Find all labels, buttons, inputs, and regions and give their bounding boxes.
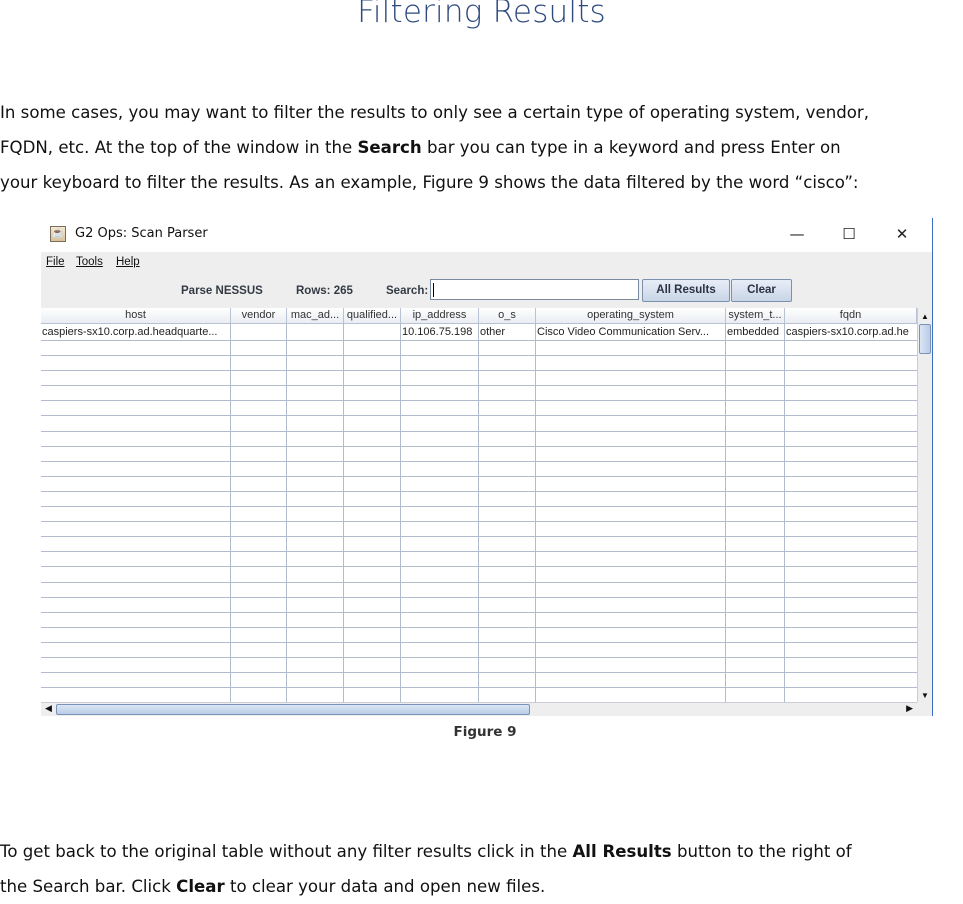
column-divider: [400, 324, 401, 702]
search-input[interactable]: [430, 279, 639, 300]
row-divider: [41, 476, 917, 477]
parse-type-label: Parse NESSUS: [181, 285, 263, 297]
outro-line-2: the Search bar. Click Clear to clear you…: [0, 877, 546, 896]
toolbar: Parse NESSUS Rows: 265 Search: All Resul…: [41, 274, 932, 308]
row-divider: [41, 582, 917, 583]
row-divider: [41, 491, 917, 492]
text-caret: [433, 283, 434, 297]
column-header[interactable]: ip_address: [401, 308, 479, 324]
window-titlebar: ☕ G2 Ops: Scan Parser — ☐ ✕: [41, 218, 932, 250]
table-cell[interactable]: embedded: [726, 324, 784, 340]
column-divider: [343, 324, 344, 702]
scroll-left-icon[interactable]: ◀: [45, 703, 52, 714]
row-divider: [41, 566, 917, 567]
table-cell[interactable]: 10.106.75.198: [401, 324, 478, 340]
row-divider: [41, 536, 917, 537]
horizontal-scroll-thumb[interactable]: [56, 704, 530, 715]
all-results-button[interactable]: All Results: [642, 279, 730, 302]
row-divider: [41, 506, 917, 507]
minimize-button[interactable]: —: [774, 222, 820, 246]
row-divider: [41, 672, 917, 673]
table-cell[interactable]: [344, 324, 400, 340]
column-divider: [286, 324, 287, 702]
intro-line-2: FQDN, etc. At the top of the window in t…: [0, 138, 841, 157]
table-cell[interactable]: caspiers-sx10.corp.ad.he: [785, 324, 916, 340]
table-cell[interactable]: caspiers-sx10.corp.ad.headquarte...: [41, 324, 230, 340]
clear-button[interactable]: Clear: [731, 279, 792, 302]
window-title: G2 Ops: Scan Parser: [75, 226, 208, 241]
figure-caption: Figure 9: [453, 724, 517, 740]
column-header[interactable]: system_t...: [726, 308, 785, 324]
row-divider: [41, 642, 917, 643]
intro-paragraph: In some cases, you may want to filter th…: [0, 95, 963, 200]
row-divider: [41, 612, 917, 613]
row-divider: [41, 657, 917, 658]
column-divider: [478, 324, 479, 702]
horizontal-scrollbar[interactable]: ◀ ▶: [41, 702, 917, 716]
row-divider: [41, 415, 917, 416]
vertical-scroll-thumb[interactable]: [919, 324, 931, 354]
column-header[interactable]: vendor: [231, 308, 287, 324]
row-count-label: Rows: 265: [296, 285, 353, 297]
row-divider: [41, 687, 917, 688]
scroll-down-icon[interactable]: ▼: [921, 691, 929, 700]
column-header[interactable]: mac_ad...: [287, 308, 344, 324]
close-button[interactable]: ✕: [879, 222, 925, 246]
table-cell[interactable]: [287, 324, 343, 340]
document-title: Filtering Results: [357, 0, 606, 30]
row-divider: [41, 340, 917, 341]
row-divider: [41, 446, 917, 447]
intro-line-3: your keyboard to filter the results. As …: [0, 173, 859, 192]
scroll-up-icon[interactable]: ▲: [921, 312, 929, 321]
column-divider: [535, 324, 536, 702]
row-divider: [41, 355, 917, 356]
row-divider: [41, 597, 917, 598]
table-cell[interactable]: other: [479, 324, 535, 340]
vertical-scrollbar[interactable]: ▲ ▼: [917, 308, 932, 702]
row-divider: [41, 385, 917, 386]
all-results-term: All Results: [572, 842, 672, 861]
results-table[interactable]: host vendor mac_ad... qualified... ip_addres…: [41, 308, 917, 702]
java-cup-icon: ☕: [50, 226, 66, 242]
maximize-button[interactable]: ☐: [826, 222, 872, 246]
row-divider: [41, 370, 917, 371]
outro-paragraph: To get back to the original table withou…: [0, 834, 963, 904]
outro-line-1: To get back to the original table withou…: [0, 842, 852, 861]
table-cell[interactable]: [231, 324, 286, 340]
row-divider: [41, 461, 917, 462]
clear-term: Clear: [176, 877, 225, 896]
search-label: Search:: [386, 285, 429, 297]
column-divider: [725, 324, 726, 702]
menu-help[interactable]: Help: [116, 256, 140, 268]
scan-parser-screenshot: ☕ G2 Ops: Scan Parser — ☐ ✕ File Tools H…: [41, 218, 933, 716]
table-cell[interactable]: Cisco Video Communication Serv...: [536, 324, 725, 340]
column-header[interactable]: o_s: [479, 308, 536, 324]
column-header[interactable]: operating_system: [536, 308, 726, 324]
column-header[interactable]: qualified...: [344, 308, 401, 324]
search-term: Search: [357, 138, 422, 157]
column-header[interactable]: host: [41, 308, 231, 324]
scrollbar-corner: [917, 702, 932, 716]
row-divider: [41, 431, 917, 432]
column-header[interactable]: fqdn: [785, 308, 917, 324]
menu-file[interactable]: File: [46, 256, 65, 268]
row-divider: [41, 400, 917, 401]
column-divider: [784, 324, 785, 702]
row-divider: [41, 627, 917, 628]
menu-tools[interactable]: Tools: [76, 256, 103, 268]
intro-line-1: In some cases, you may want to filter th…: [0, 103, 870, 122]
menubar: File Tools Help: [41, 252, 932, 274]
scroll-right-icon[interactable]: ▶: [906, 703, 913, 714]
column-divider: [230, 324, 231, 702]
row-divider: [41, 551, 917, 552]
row-divider: [41, 521, 917, 522]
